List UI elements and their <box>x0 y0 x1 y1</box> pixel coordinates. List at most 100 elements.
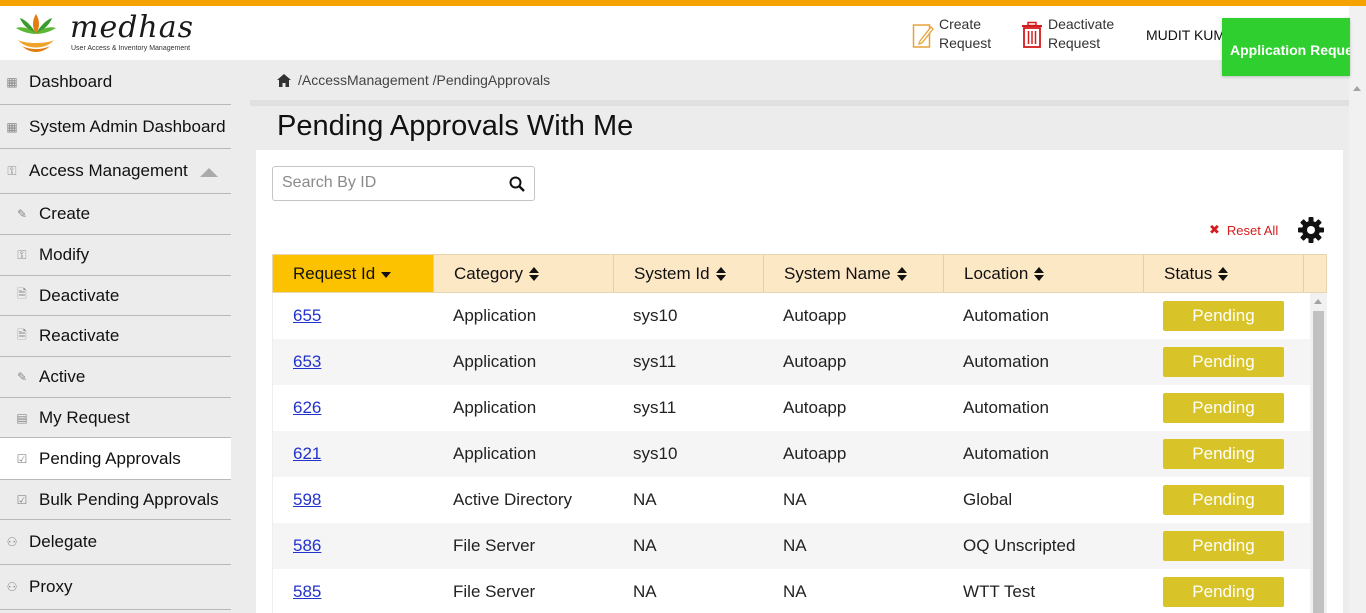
chevron-up-icon[interactable] <box>200 168 218 177</box>
sort-icon <box>1034 266 1045 281</box>
breadcrumb-divider <box>250 100 1349 106</box>
key-icon: ⚿ <box>7 163 17 178</box>
sort-icon <box>715 266 726 281</box>
table-body: 655 Application sys10 Autoapp Automation… <box>272 293 1310 613</box>
cell-system-name: Autoapp <box>783 444 847 463</box>
column-label: Status <box>1164 263 1213 283</box>
sort-icon <box>896 266 907 281</box>
request-id-link[interactable]: 585 <box>293 582 321 602</box>
sidebar-item-proxy[interactable]: ⚇ Proxy <box>0 565 231 610</box>
create-request-button[interactable]: Create Request <box>912 15 1009 55</box>
sidebar-item-label: My Request <box>39 407 130 427</box>
column-header-system-id[interactable]: System Id <box>614 255 764 292</box>
grid-icon: ▦ <box>6 119 18 134</box>
cell-location: WTT Test <box>963 582 1036 601</box>
sidebar-item-access-management[interactable]: ⚿ Access Management <box>0 149 231 194</box>
breadcrumb-path[interactable]: /AccessManagement /PendingApprovals <box>298 72 550 88</box>
column-header-status[interactable]: Status <box>1144 255 1304 292</box>
table-row[interactable]: 585 File Server NA NA WTT Test Pending <box>273 569 1310 613</box>
status-badge[interactable]: Pending <box>1163 485 1284 515</box>
cell-system-name: Autoapp <box>783 398 847 417</box>
sidebar-item-modify[interactable]: ⚿ Modify <box>0 235 231 276</box>
table-row[interactable]: 626 Application sys11 Autoapp Automation… <box>273 385 1310 431</box>
cell-system-name: NA <box>783 582 807 601</box>
document-icon: 🗎 <box>17 287 27 301</box>
table-row[interactable]: 655 Application sys10 Autoapp Automation… <box>273 293 1310 339</box>
sidebar-item-label: Bulk Pending Approvals <box>39 489 219 509</box>
logo[interactable]: medhas User Access & Inventory Managemen… <box>10 10 193 58</box>
clipboard-icon: ☑ <box>16 451 28 466</box>
cell-location: Global <box>963 490 1013 509</box>
sidebar-item-label: Active <box>39 367 86 386</box>
search-icon[interactable] <box>509 176 525 192</box>
home-icon[interactable] <box>277 73 291 87</box>
status-badge[interactable]: Pending <box>1163 531 1284 561</box>
sidebar-item-label: Proxy <box>29 577 73 596</box>
scroll-up-arrow-icon[interactable] <box>1353 86 1361 91</box>
table-row[interactable]: 653 Application sys11 Autoapp Automation… <box>273 339 1310 385</box>
status-badge[interactable]: Pending <box>1163 577 1284 607</box>
request-id-link[interactable]: 598 <box>293 490 321 510</box>
sidebar-item-create[interactable]: ✎ Create <box>0 194 231 235</box>
sidebar-item-label: Reactivate <box>39 326 120 345</box>
sidebar-item-deactivate[interactable]: 🗎 Deactivate <box>0 276 231 316</box>
request-id-link[interactable]: 655 <box>293 306 321 326</box>
breadcrumb: /AccessManagement /PendingApprovals <box>277 72 550 88</box>
sidebar-item-delegate[interactable]: ⚇ Delegate <box>0 520 231 565</box>
sidebar-item-active[interactable]: ✎ Active <box>0 357 231 398</box>
cell-system-id: sys10 <box>633 444 678 463</box>
sidebar-item-reactivate[interactable]: 🗎 Reactivate <box>0 316 231 357</box>
column-header-request-id[interactable]: Request Id <box>273 255 434 292</box>
page-scrollbar[interactable] <box>1349 6 1366 613</box>
table-row[interactable]: 598 Active Directory NA NA Global Pendin… <box>273 477 1310 523</box>
people-icon: ⚇ <box>6 535 18 549</box>
sort-desc-icon <box>381 267 392 281</box>
edit-icon: ✎ <box>16 370 28 384</box>
column-label: Location <box>964 263 1029 283</box>
sidebar-item-label: Modify <box>39 245 90 264</box>
grid-icon: ▦ <box>6 75 18 89</box>
cell-category: Application <box>453 444 537 463</box>
request-id-link[interactable]: 621 <box>293 444 321 464</box>
status-badge[interactable]: Pending <box>1163 301 1284 331</box>
request-id-link[interactable]: 586 <box>293 536 321 556</box>
status-badge[interactable]: Pending <box>1163 393 1284 423</box>
request-id-link[interactable]: 626 <box>293 398 321 418</box>
cell-location: Automation <box>963 352 1049 371</box>
cell-location: Automation <box>963 398 1049 417</box>
sidebar-item-label: Access Management <box>29 161 188 180</box>
sidebar-item-label: Pending Approvals <box>39 448 181 468</box>
sidebar-item-dashboard[interactable]: ▦ Dashboard <box>0 60 231 105</box>
sidebar-item-pending-approvals[interactable]: ☑ Pending Approvals <box>0 438 231 479</box>
trash-icon <box>1022 21 1042 48</box>
column-header-location[interactable]: Location <box>944 255 1144 292</box>
column-label: System Name <box>784 263 891 283</box>
scrollbar-thumb[interactable] <box>1313 311 1324 613</box>
column-header-category[interactable]: Category <box>434 255 614 292</box>
sidebar: ▦ Dashboard ▦ System Admin Dashboard ⚿ A… <box>0 60 250 613</box>
deactivate-request-button[interactable]: Deactivate Request <box>1021 15 1118 55</box>
reset-all-button[interactable]: ✖ Reset All <box>1209 222 1278 238</box>
cell-location: Automation <box>963 444 1049 463</box>
page-title: Pending Approvals With Me <box>277 110 634 142</box>
table-row[interactable]: 621 Application sys10 Autoapp Automation… <box>273 431 1310 477</box>
request-id-link[interactable]: 653 <box>293 352 321 372</box>
notification-toast[interactable]: Application Request <box>1222 18 1350 76</box>
gear-icon[interactable] <box>1297 216 1325 244</box>
sidebar-item-system-admin-dashboard[interactable]: ▦ System Admin Dashboard <box>0 105 231 149</box>
reset-all-label: Reset All <box>1226 222 1279 238</box>
document-icon: 🗎 <box>17 327 27 342</box>
search-input[interactable] <box>273 167 498 199</box>
cell-system-id: sys10 <box>633 306 678 325</box>
clipboard-icon: ☑ <box>16 492 28 507</box>
column-label: Category <box>454 263 523 283</box>
sidebar-item-bulk-pending-approvals[interactable]: ☑ Bulk Pending Approvals <box>0 479 231 520</box>
sidebar-item-my-request[interactable]: ▤ My Request <box>0 398 231 438</box>
table-scrollbar[interactable] <box>1310 293 1327 613</box>
column-header-system-name[interactable]: System Name <box>764 255 944 292</box>
table-row[interactable]: 586 File Server NA NA OQ Unscripted Pend… <box>273 523 1310 569</box>
status-badge[interactable]: Pending <box>1163 347 1284 377</box>
cell-system-id: sys11 <box>633 352 677 371</box>
scroll-up-arrow-icon[interactable] <box>1314 299 1322 304</box>
status-badge[interactable]: Pending <box>1163 439 1284 469</box>
